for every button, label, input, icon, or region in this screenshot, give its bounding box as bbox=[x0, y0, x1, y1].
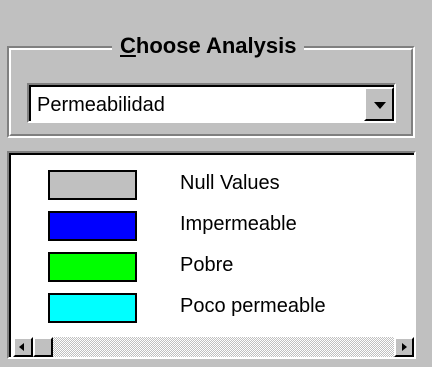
legend-item: Pobre bbox=[11, 246, 391, 286]
arrow-right-icon bbox=[402, 343, 407, 351]
legend-label: Impermeable bbox=[180, 213, 297, 235]
dropdown-button[interactable] bbox=[364, 87, 394, 121]
scroll-left-button[interactable] bbox=[13, 337, 33, 357]
arrow-left-icon bbox=[19, 343, 24, 351]
group-title-accelerator: C bbox=[120, 33, 136, 58]
legend-list-inner: Null Values Impermeable Pobre Poco perme… bbox=[9, 153, 414, 357]
horizontal-scrollbar[interactable] bbox=[13, 337, 414, 357]
legend-swatch bbox=[48, 252, 137, 282]
legend-item: Poco permeable bbox=[11, 287, 391, 327]
chevron-down-icon bbox=[374, 102, 386, 109]
legend-label: Null Values bbox=[180, 172, 280, 194]
legend-label: Poco permeable bbox=[180, 295, 326, 317]
analysis-dropdown[interactable]: Permeabilidad bbox=[27, 83, 396, 123]
legend-label: Pobre bbox=[180, 254, 234, 276]
scroll-right-button[interactable] bbox=[394, 337, 414, 357]
group-title: Choose Analysis bbox=[112, 32, 305, 60]
legend-item: Null Values bbox=[11, 164, 391, 204]
scroll-thumb[interactable] bbox=[33, 337, 53, 357]
legend-swatch bbox=[48, 293, 137, 323]
dropdown-field: Permeabilidad bbox=[29, 85, 394, 121]
dropdown-selected-value: Permeabilidad bbox=[37, 94, 165, 116]
legend-swatch bbox=[48, 170, 137, 200]
legend-item: Impermeable bbox=[11, 205, 391, 245]
group-title-text: hoose Analysis bbox=[135, 33, 297, 58]
legend-list: Null Values Impermeable Pobre Poco perme… bbox=[7, 151, 416, 359]
legend-swatch bbox=[48, 211, 137, 241]
analysis-panel: Choose Analysis Permeabilidad Null Value… bbox=[0, 0, 432, 367]
